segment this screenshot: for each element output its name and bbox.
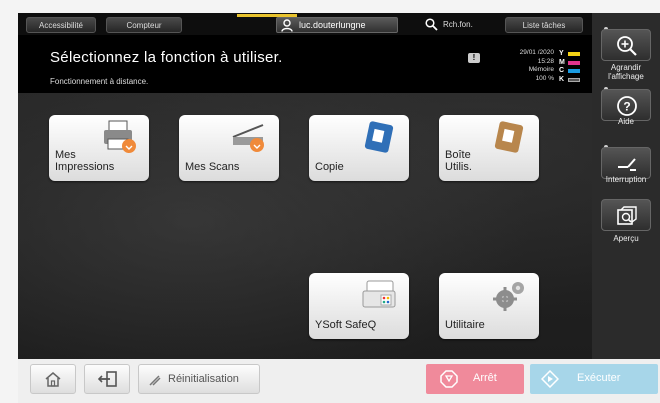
zoom-in-icon xyxy=(617,36,637,56)
accent-bar xyxy=(237,14,297,17)
user-button[interactable]: luc.douterlungne xyxy=(237,14,398,33)
accessibility-button[interactable]: Accessibilité xyxy=(26,17,96,33)
bottom-bar: Réinitialisation Arrêt Exécuter xyxy=(18,359,660,403)
memory-value: 100 % xyxy=(535,74,554,82)
safeq-printer-icon xyxy=(362,280,396,308)
start-label: Exécuter xyxy=(577,372,621,384)
tile-label: Mes Impressions xyxy=(55,149,115,173)
reset-button[interactable]: Réinitialisation xyxy=(138,364,260,394)
preview-icon xyxy=(617,206,637,225)
toner-m: M xyxy=(559,59,583,68)
gears-icon xyxy=(493,282,524,311)
interrupt-icon xyxy=(618,158,636,171)
search-icon xyxy=(425,18,438,31)
tile-copie[interactable]: Copie xyxy=(309,115,409,181)
tile-ysoft-safeq[interactable]: YSoft SafeQ xyxy=(309,273,409,339)
user-icon xyxy=(281,19,293,32)
header: Sélectionnez la fonction à utiliser. Fon… xyxy=(18,35,592,93)
date-label: 29/01 /2020 xyxy=(519,49,554,56)
preview-button[interactable] xyxy=(601,199,651,231)
counter-button[interactable]: Compteur xyxy=(106,17,182,33)
tile-label: Boîte Utilis. xyxy=(445,149,472,173)
copy-icon xyxy=(364,121,394,153)
time-label: 15:28 xyxy=(537,57,554,65)
tile-label: Copie xyxy=(315,161,344,173)
eraser-icon xyxy=(149,375,161,386)
preview-label: Aperçu xyxy=(613,234,639,243)
stop-label: Arrêt xyxy=(473,372,497,384)
help-label: Aide xyxy=(617,117,634,126)
side-panel: Agrandir l'affichage ? Aide Interruption … xyxy=(592,13,660,359)
warning-icon[interactable]: ! xyxy=(468,53,480,63)
box-icon xyxy=(494,121,524,153)
search-label: Rch.fon. xyxy=(443,20,473,29)
zoom-display-label: Agrandir l'affichage xyxy=(608,63,644,81)
search-function-button[interactable]: Rch.fon. xyxy=(423,17,493,33)
logout-icon xyxy=(98,371,117,387)
tile-label: Mes Scans xyxy=(185,161,240,173)
toner-y: Y xyxy=(559,50,583,59)
scanner-icon xyxy=(232,124,264,152)
tile-boite-utilis[interactable]: Boîte Utilis. xyxy=(439,115,539,181)
top-bar: Accessibilité Compteur luc.douterlungne … xyxy=(18,13,592,35)
memory-label: Mémoire xyxy=(528,66,554,73)
logout-button[interactable] xyxy=(84,364,130,394)
page-title: Sélectionnez la fonction à utiliser. xyxy=(50,49,283,66)
tile-mes-scans[interactable]: Mes Scans xyxy=(179,115,279,181)
toner-levels: Y M C K xyxy=(559,50,583,84)
main-screen: Accessibilité Compteur luc.douterlungne … xyxy=(18,13,592,359)
stop-icon xyxy=(440,370,458,388)
reset-label: Réinitialisation xyxy=(168,373,239,385)
home-icon xyxy=(45,372,61,387)
tile-label: Utilitaire xyxy=(445,319,485,331)
svg-text:?: ? xyxy=(623,100,630,114)
tile-utilitaire[interactable]: Utilitaire xyxy=(439,273,539,339)
start-button[interactable]: Exécuter xyxy=(530,364,658,394)
home-button[interactable] xyxy=(30,364,76,394)
stop-button[interactable]: Arrêt xyxy=(426,364,524,394)
job-list-button[interactable]: Liste tâches xyxy=(505,17,583,33)
datetime-memory: 29/01 /2020 15:28 Mémoire 100 % xyxy=(504,49,554,83)
remote-operation-status: Fonctionnement à distance. xyxy=(50,77,149,86)
tile-label: YSoft SafeQ xyxy=(315,319,377,331)
zoom-display-button[interactable] xyxy=(601,29,651,61)
username-label: luc.douterlungne xyxy=(299,20,366,30)
toner-c: C xyxy=(559,67,583,76)
help-icon: ? xyxy=(617,96,637,116)
interrupt-label: Interruption xyxy=(605,175,647,184)
start-icon xyxy=(541,370,559,388)
toner-k: K xyxy=(559,76,583,85)
tile-mes-impressions[interactable]: Mes Impressions xyxy=(49,115,149,181)
